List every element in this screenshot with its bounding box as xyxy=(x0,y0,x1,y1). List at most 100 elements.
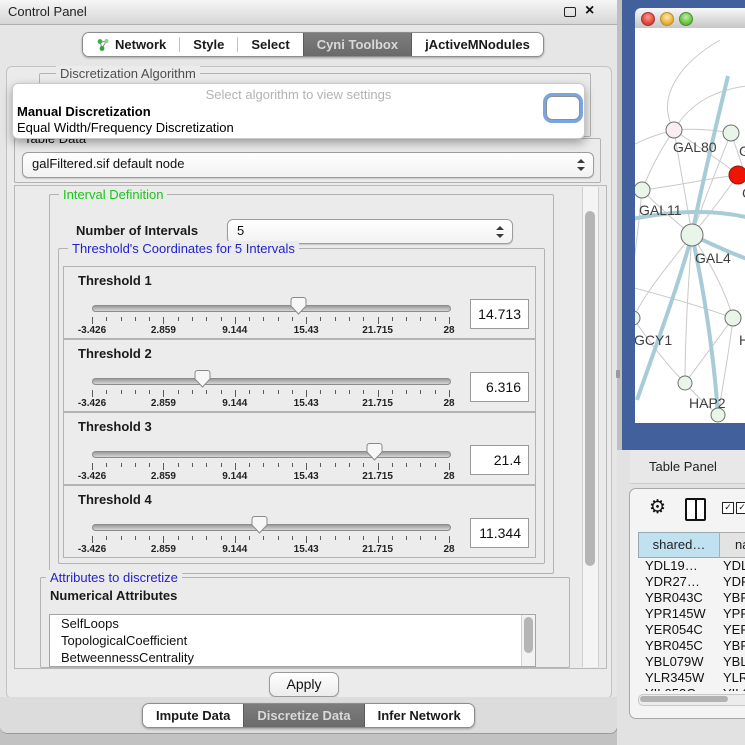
slider-tick xyxy=(449,536,450,543)
minimize-traffic-light-icon[interactable] xyxy=(660,12,674,26)
tab-impute-data[interactable]: Impute Data xyxy=(143,704,243,727)
slider-tick-label: 2.859 xyxy=(139,325,187,336)
slider-tick xyxy=(249,463,250,467)
network-window-titlebar[interactable] xyxy=(635,8,745,29)
network-canvas[interactable]: GAL80GACGAL11GAL4GCY1HHAP2 xyxy=(635,28,745,423)
algorithm-combobox-focus-ring[interactable] xyxy=(546,96,580,120)
show-columns-icon[interactable] xyxy=(685,498,706,521)
number-of-intervals-label: Number of Intervals xyxy=(76,223,198,238)
table-panel-header[interactable]: Table Panel xyxy=(630,450,745,484)
slider-track[interactable] xyxy=(92,378,451,385)
table-row[interactable]: YBR045CYBR0 xyxy=(638,638,745,654)
network-node[interactable] xyxy=(678,376,692,390)
table-row[interactable]: YBL079WYBL0 xyxy=(638,654,745,670)
select-all-checkbox-icon[interactable]: ✓ xyxy=(722,502,734,514)
network-edge[interactable] xyxy=(674,86,745,130)
threshold-value-field[interactable]: 11.344 xyxy=(470,518,529,548)
slider-tick xyxy=(306,317,307,324)
apply-button[interactable]: Apply xyxy=(269,672,339,697)
zoom-traffic-light-icon[interactable] xyxy=(679,12,693,26)
cell-name: YBR0 xyxy=(723,638,745,653)
slider-track[interactable] xyxy=(92,451,451,458)
control-panel-titlebar[interactable]: Control Panel × xyxy=(0,0,617,25)
close-traffic-light-icon[interactable] xyxy=(641,12,655,26)
table-row[interactable]: YLR345WYLR3 xyxy=(638,670,745,686)
threshold-value-field[interactable]: 21.4 xyxy=(470,445,529,475)
slider-thumb[interactable] xyxy=(290,297,307,315)
tab-style[interactable]: Style xyxy=(180,33,237,56)
close-icon[interactable]: × xyxy=(585,1,594,21)
table-row[interactable]: YIL052CYIL0 xyxy=(638,686,745,691)
slider-track[interactable] xyxy=(92,305,451,312)
slider-tick xyxy=(349,536,350,540)
numerical-attributes-list[interactable]: SelfLoopsTopologicalCoefficientBetweenne… xyxy=(49,614,536,667)
slider-tick xyxy=(349,390,350,394)
attribute-list-item[interactable]: SelfLoops xyxy=(50,615,535,632)
network-edge[interactable] xyxy=(668,40,720,130)
slider-tick xyxy=(221,390,222,394)
table-row[interactable]: YER054CYER0 xyxy=(638,622,745,638)
attribute-list-item[interactable]: TopologicalCoefficient xyxy=(50,632,535,649)
table-row[interactable]: YDR27…YDR2 xyxy=(638,574,745,590)
select-none-checkbox-icon[interactable]: ✓ xyxy=(736,502,745,514)
slider-tick xyxy=(149,390,150,394)
network-edge[interactable] xyxy=(642,175,738,190)
float-window-icon[interactable] xyxy=(564,7,576,17)
settings-vertical-scrollbar[interactable] xyxy=(582,187,599,667)
network-node[interactable] xyxy=(635,182,650,198)
slider-tick xyxy=(121,463,122,467)
thresholds-group: Threshold's Coordinates for 5 Intervals … xyxy=(58,248,545,564)
tab-network[interactable]: Network xyxy=(83,33,179,56)
slider-tick-label: -3.426 xyxy=(68,398,116,409)
attributes-list-scrollbar[interactable] xyxy=(521,615,535,666)
threshold-value-field[interactable]: 14.713 xyxy=(470,299,529,329)
cell-shared-name: YDR27… xyxy=(645,574,700,589)
network-edge[interactable] xyxy=(637,235,692,400)
threshold-value-field[interactable]: 6.316 xyxy=(470,372,529,402)
attribute-list-item[interactable]: BetweennessCentrality xyxy=(50,649,535,666)
tab-infer-network[interactable]: Infer Network xyxy=(365,704,474,727)
slider-thumb[interactable] xyxy=(251,516,268,534)
network-node[interactable] xyxy=(635,311,640,325)
scrollbar-thumb[interactable] xyxy=(640,696,728,702)
network-node[interactable] xyxy=(725,310,741,326)
tab-discretize-data[interactable]: Discretize Data xyxy=(243,704,364,727)
network-node[interactable] xyxy=(681,224,703,246)
tab-jactivemnodules[interactable]: jActiveMNodules xyxy=(412,33,543,56)
slider-tick xyxy=(406,536,407,540)
table-row[interactable]: YPR145WYPR1 xyxy=(638,606,745,622)
scrollbar-thumb[interactable] xyxy=(585,211,595,566)
table-row[interactable]: YDL19…YDL1 xyxy=(638,558,745,574)
table-horizontal-scrollbar[interactable] xyxy=(638,694,745,706)
network-node[interactable] xyxy=(723,125,739,141)
table-row[interactable]: YBR043CYBR0 xyxy=(638,590,745,606)
threshold-label: Threshold 2 xyxy=(78,346,152,361)
tab-cyni-toolbox[interactable]: Cyni Toolbox xyxy=(303,33,412,56)
slider-tick xyxy=(363,536,364,540)
slider-tick xyxy=(306,390,307,397)
network-edge[interactable] xyxy=(692,235,733,318)
network-edge[interactable] xyxy=(635,235,692,318)
popup-item-manual-discretization[interactable]: Manual Discretization xyxy=(17,104,151,119)
network-node[interactable] xyxy=(711,408,725,422)
slider-tick xyxy=(292,390,293,394)
table-data-combobox[interactable]: galFiltered.sif default node xyxy=(22,152,594,178)
slider-thumb[interactable] xyxy=(194,370,211,388)
network-node[interactable] xyxy=(729,166,745,184)
scrollbar-thumb[interactable] xyxy=(524,617,533,653)
network-edge[interactable] xyxy=(635,318,685,383)
column-header-name[interactable]: na xyxy=(719,532,745,558)
network-edge[interactable] xyxy=(674,129,731,133)
slider-track[interactable] xyxy=(92,524,451,531)
gear-icon[interactable]: ⚙ xyxy=(649,496,666,518)
slider-tick xyxy=(135,317,136,321)
column-header-shared-name[interactable]: shared… xyxy=(638,532,720,558)
network-icon xyxy=(96,38,110,51)
network-node-label: GAL4 xyxy=(695,250,731,266)
popup-item-equal-width-frequency[interactable]: Equal Width/Frequency Discretization xyxy=(17,120,234,135)
node-table[interactable]: shared… na YDL19…YDL1YDR27…YDR2YBR043CYB… xyxy=(638,532,745,692)
tab-select[interactable]: Select xyxy=(238,33,302,56)
network-node[interactable] xyxy=(666,122,682,138)
panel-splitter-handle[interactable] xyxy=(616,370,620,378)
slider-thumb[interactable] xyxy=(366,443,383,461)
